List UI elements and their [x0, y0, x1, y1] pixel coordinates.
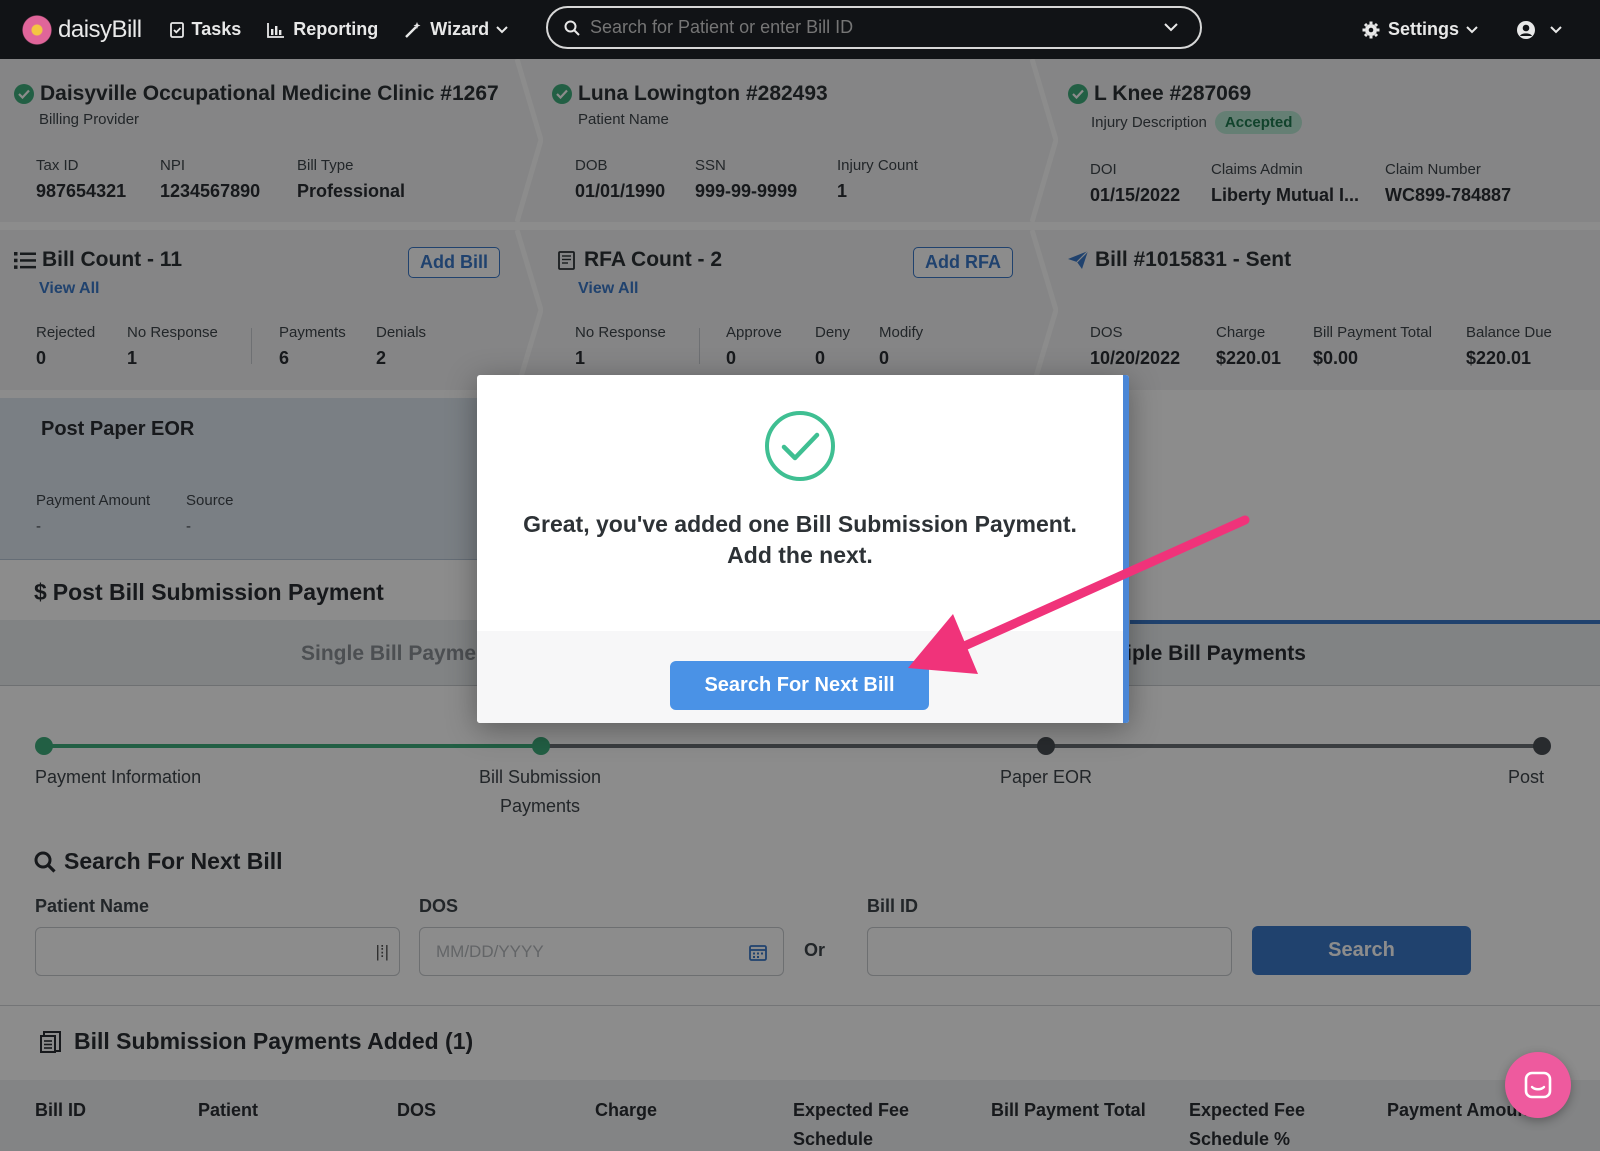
chevron-down-icon [1550, 25, 1562, 33]
user-circle-icon [1517, 20, 1535, 39]
chevron-down-icon[interactable] [1164, 23, 1178, 32]
magic-wand-icon [405, 21, 421, 38]
global-search[interactable] [546, 6, 1202, 49]
nav-reporting[interactable]: Reporting [267, 19, 378, 40]
nav-tasks-label: Tasks [191, 19, 242, 39]
daisybill-logo[interactable]: daisyBill [22, 14, 142, 45]
search-icon [564, 20, 580, 36]
chat-support-button[interactable] [1505, 1052, 1571, 1118]
nav-tasks[interactable]: Tasks [169, 19, 242, 40]
global-search-input[interactable] [590, 17, 1150, 38]
clipboard-check-icon [169, 22, 184, 38]
nav-user-menu[interactable] [1516, 20, 1570, 40]
nav-settings-label: Settings [1387, 19, 1459, 39]
chevron-down-icon [1466, 25, 1478, 33]
logo-text: daisyBill [58, 15, 142, 43]
search-for-next-bill-button[interactable]: Search For Next Bill [670, 661, 929, 710]
nav-wizard[interactable]: Wizard [404, 19, 516, 40]
modal-footer: Search For Next Bill [477, 631, 1123, 723]
bar-chart-icon [267, 22, 285, 38]
nav-reporting-label: Reporting [293, 19, 379, 39]
check-circle-icon [765, 411, 835, 481]
nav-right-group: Settings [1362, 0, 1600, 59]
nav-settings[interactable]: Settings [1362, 19, 1486, 40]
nav-wizard-label: Wizard [430, 19, 490, 39]
modal-message: Great, you've added one Bill Submission … [477, 509, 1123, 571]
success-modal: Great, you've added one Bill Submission … [477, 375, 1129, 723]
chevron-down-icon [496, 25, 508, 33]
modal-message-line1: Great, you've added one Bill Submission … [523, 511, 1077, 537]
modal-accent-edge [1123, 375, 1129, 723]
gear-icon [1362, 21, 1380, 38]
daisy-logo-icon [22, 14, 52, 45]
modal-message-line2: Add the next. [727, 542, 873, 568]
top-navbar: daisyBill Tasks Reporting Wizard Setting… [0, 0, 1600, 59]
chat-icon [1524, 1071, 1552, 1099]
